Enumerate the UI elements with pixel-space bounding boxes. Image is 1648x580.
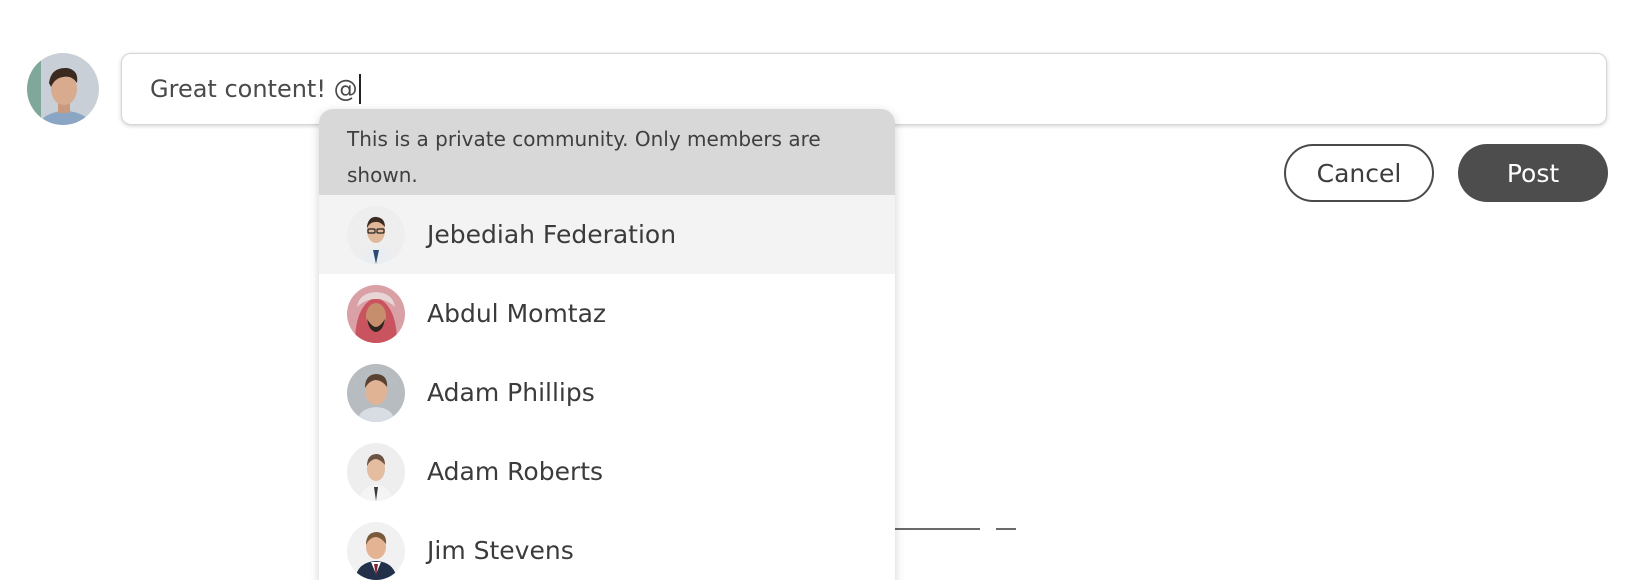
member-avatar: [347, 442, 405, 501]
member-avatar-icon: [347, 205, 405, 264]
comment-text: Great content! @: [150, 75, 358, 103]
member-name: Adam Roberts: [427, 457, 604, 486]
member-option[interactable]: Jebediah Federation: [319, 195, 895, 274]
member-avatar: [347, 284, 405, 343]
member-list: Jebediah Federation Abdul Momtaz Adam Ph…: [319, 195, 895, 580]
user-avatar-icon: [27, 53, 99, 125]
member-option[interactable]: Adam Phillips: [319, 353, 895, 432]
member-avatar-icon: [347, 284, 405, 343]
background-divider: [894, 528, 980, 530]
comment-composer: Great content! @ Cancel Post This is a p…: [0, 0, 1648, 580]
member-name: Jim Stevens: [427, 536, 574, 565]
member-name: Abdul Momtaz: [427, 299, 607, 328]
private-community-notice: This is a private community. Only member…: [319, 109, 895, 195]
background-divider-short: [996, 528, 1016, 530]
member-avatar: [347, 205, 405, 264]
cancel-button[interactable]: Cancel: [1284, 144, 1434, 202]
member-avatar-icon: [347, 363, 405, 422]
member-name: Adam Phillips: [427, 378, 595, 407]
post-button[interactable]: Post: [1458, 144, 1608, 202]
member-avatar-icon: [347, 442, 405, 501]
member-option[interactable]: Abdul Momtaz: [319, 274, 895, 353]
current-user-avatar: [27, 53, 99, 125]
mention-dropdown: This is a private community. Only member…: [319, 109, 895, 580]
member-avatar: [347, 363, 405, 422]
member-avatar: [347, 521, 405, 580]
member-option[interactable]: Jim Stevens: [319, 511, 895, 580]
text-caret: [358, 74, 361, 104]
member-avatar-icon: [347, 521, 405, 580]
member-option[interactable]: Adam Roberts: [319, 432, 895, 511]
member-name: Jebediah Federation: [427, 220, 677, 249]
